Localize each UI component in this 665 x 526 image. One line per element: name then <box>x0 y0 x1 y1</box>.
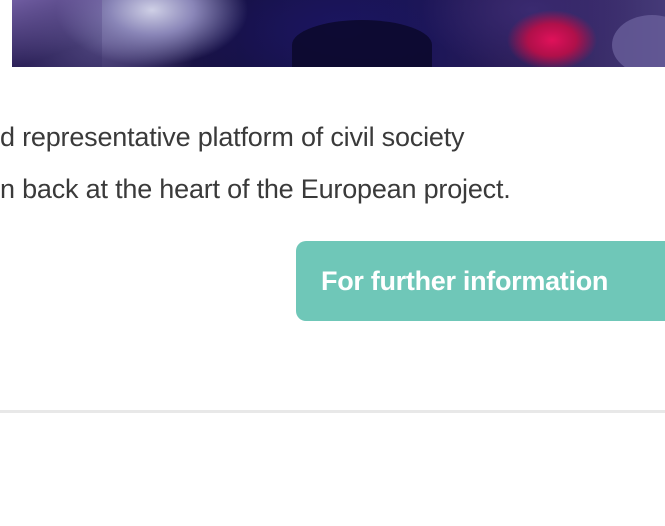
hero-shape <box>12 0 102 67</box>
intro-text-line-2: n back at the heart of the European proj… <box>0 174 511 204</box>
further-information-button[interactable]: For further information <box>296 241 665 321</box>
hero-shape <box>612 15 665 67</box>
intro-text-line-1: d representative platform of civil socie… <box>0 122 465 152</box>
hero-image <box>12 0 665 67</box>
hero-shape <box>292 20 432 67</box>
section-divider <box>0 410 665 413</box>
page: d representative platform of civil socie… <box>0 0 665 526</box>
